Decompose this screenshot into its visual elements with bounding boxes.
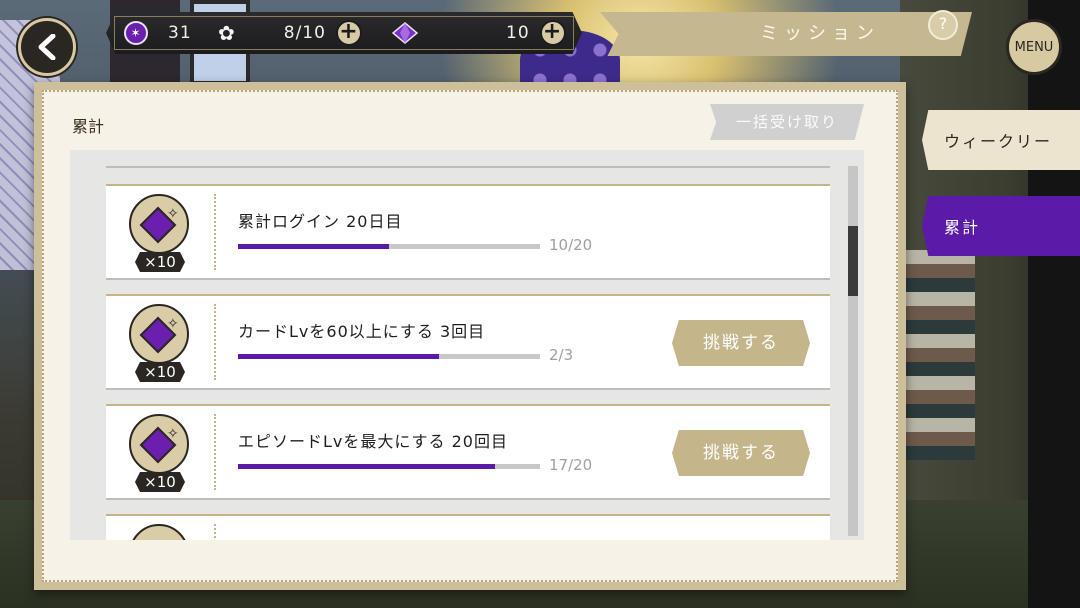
gem-coin-count: 31 — [168, 23, 192, 43]
tab-weekly-label: ウィークリー — [944, 132, 1053, 151]
progress-bar — [238, 244, 540, 249]
sparkle-icon: ✧ — [167, 316, 179, 332]
mission-row-partial — [106, 514, 830, 540]
reward-medal: ✧ ×10 — [123, 414, 195, 492]
mission-title: 累計ログイン 20日目 — [238, 212, 403, 231]
reward-count: ×10 — [135, 252, 185, 272]
mission-row: ✧ ×10 エピソードLvを最大にする 20回目 17/20 挑戦する — [106, 404, 830, 500]
resource-bar: ✶ 31 ✿ 8/10 + 10 + — [106, 12, 582, 54]
row-separator — [214, 524, 216, 540]
menu-button[interactable]: MENU — [1006, 19, 1062, 75]
tab-weekly[interactable]: ウィークリー — [922, 110, 1080, 170]
background-bookshelf — [905, 250, 975, 460]
progress-count: 2/3 — [549, 346, 574, 364]
stamina-icon: ✿ — [218, 21, 236, 45]
gem-coin-icon: ✶ — [124, 21, 148, 45]
reward-medal: ✧ ×10 — [123, 304, 195, 382]
mission-list[interactable]: ✧ ×10 累計ログイン 20日目 10/20 ✧ ×10 カードLvを60以上… — [70, 150, 864, 540]
scrollbar[interactable] — [848, 166, 858, 536]
back-button[interactable] — [18, 18, 76, 76]
crystal-count: 10 — [506, 23, 530, 43]
row-separator — [214, 304, 216, 380]
challenge-button[interactable]: 挑戦する — [672, 430, 810, 476]
row-separator — [214, 414, 216, 490]
progress-count: 17/20 — [549, 456, 593, 474]
reward-medal — [123, 524, 195, 540]
progress-bar-fill — [238, 244, 389, 249]
sparkle-icon: ✧ — [167, 206, 179, 222]
mission-row: ✧ ×10 カードLvを60以上にする 3回目 2/3 挑戦する — [106, 294, 830, 390]
collect-all-button[interactable]: 一括受け取り — [710, 104, 864, 140]
row-separator — [214, 194, 216, 270]
crystal-icon — [391, 22, 419, 44]
reward-count: ×10 — [135, 362, 185, 382]
tab-cumulative[interactable]: 累計 — [922, 196, 1080, 256]
panel-title: 累計 — [72, 117, 105, 136]
tab-cumulative-label: 累計 — [944, 218, 981, 237]
mission-panel: 累計 一括受け取り ✧ ×10 累計ログイン 20日目 10/20 ✧ ×10 … — [34, 82, 906, 590]
add-stamina-button[interactable]: + — [335, 20, 362, 46]
add-crystal-button[interactable]: + — [539, 20, 566, 46]
mission-row: ✧ ×10 累計ログイン 20日目 10/20 — [106, 184, 830, 280]
reward-count: ×10 — [135, 472, 185, 492]
page-title: ミッション — [760, 23, 880, 44]
medal-disc — [129, 524, 189, 540]
help-button[interactable]: ? — [928, 10, 958, 40]
reward-medal: ✧ ×10 — [123, 194, 195, 272]
mission-title: エピソードLvを最大にする 20回目 — [238, 432, 508, 451]
stamina-count: 8/10 — [283, 23, 326, 43]
list-divider — [106, 166, 830, 168]
progress-count: 10/20 — [549, 236, 593, 254]
progress-bar — [238, 464, 540, 469]
mission-title: カードLvを60以上にする 3回目 — [238, 322, 486, 341]
scrollbar-thumb[interactable] — [848, 226, 858, 296]
sparkle-icon: ✧ — [167, 426, 179, 442]
back-arrow-icon — [38, 34, 56, 60]
progress-bar-fill — [238, 354, 440, 359]
progress-bar — [238, 354, 540, 359]
challenge-button[interactable]: 挑戦する — [672, 320, 810, 366]
progress-bar-fill — [238, 464, 495, 469]
background-edge — [1028, 0, 1080, 608]
